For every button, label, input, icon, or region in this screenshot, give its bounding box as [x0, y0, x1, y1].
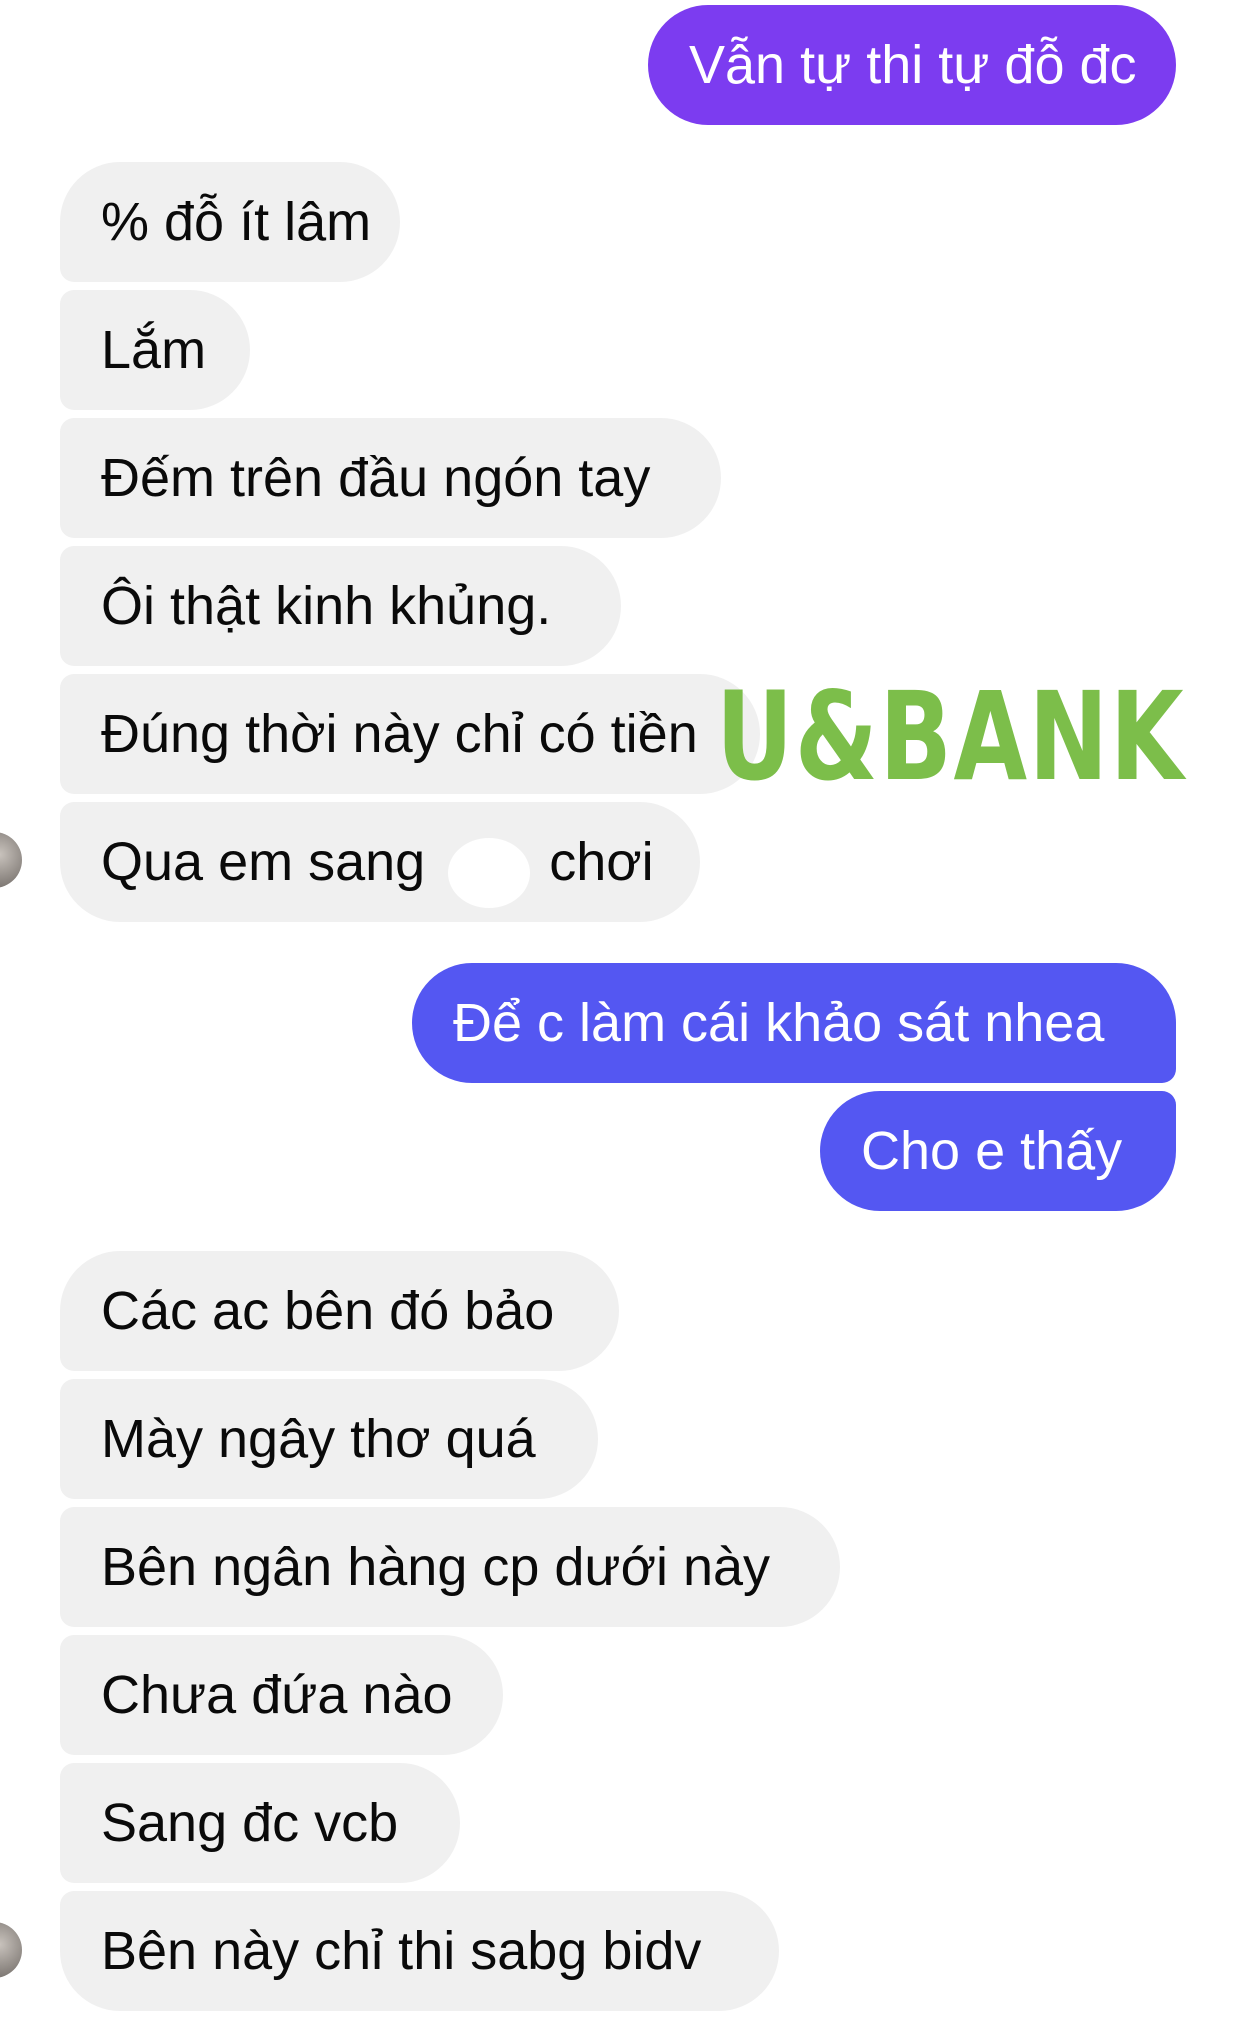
- message-bubble-incoming[interactable]: Bên ngân hàng cp dưới này: [60, 1507, 840, 1627]
- message-text: Bên này chỉ thi sabg bidv: [101, 1921, 702, 1981]
- message-text: % đỗ ít lâm: [101, 192, 372, 252]
- message-text: chơi: [549, 832, 654, 892]
- message-bubble-incoming[interactable]: Chưa đứa nào: [60, 1635, 503, 1755]
- redaction-blob: [448, 838, 530, 908]
- message-bubble-outgoing[interactable]: Để c làm cái khảo sát nhea: [412, 963, 1176, 1083]
- message-text: Cho e thấy: [861, 1121, 1123, 1181]
- message-text: Ôi thật kinh khủng.: [101, 576, 552, 636]
- message-bubble-incoming[interactable]: Lắm: [60, 290, 250, 410]
- contact-avatar[interactable]: [0, 832, 22, 888]
- message-bubble-incoming[interactable]: Bên này chỉ thi sabg bidv: [60, 1891, 779, 2011]
- message-text: Đúng thời này chỉ có tiền: [101, 704, 698, 764]
- message-text: Các ac bên đó bảo: [101, 1281, 555, 1341]
- message-bubble-incoming[interactable]: Qua em sang chơi: [60, 802, 700, 922]
- message-bubble-outgoing[interactable]: Vẫn tự thi tự đỗ đc: [648, 5, 1176, 125]
- message-text: Lắm: [101, 320, 207, 380]
- message-text: Sang đc vcb: [101, 1793, 399, 1853]
- message-text: Mày ngây thơ quá: [101, 1409, 536, 1469]
- message-text: Vẫn tự thi tự đỗ đc: [689, 35, 1137, 95]
- message-bubble-incoming[interactable]: Mày ngây thơ quá: [60, 1379, 598, 1499]
- chat-thread: Vẫn tự thi tự đỗ đc % đỗ ít lâm Lắm Đếm …: [0, 0, 1242, 2034]
- message-text: Chưa đứa nào: [101, 1665, 453, 1725]
- message-bubble-outgoing[interactable]: Cho e thấy: [820, 1091, 1176, 1211]
- message-bubble-incoming[interactable]: Đếm trên đầu ngón tay: [60, 418, 721, 538]
- message-bubble-incoming[interactable]: Sang đc vcb: [60, 1763, 460, 1883]
- contact-avatar[interactable]: [0, 1922, 22, 1978]
- message-bubble-incoming[interactable]: Ôi thật kinh khủng.: [60, 546, 621, 666]
- message-text: Đếm trên đầu ngón tay: [101, 448, 651, 508]
- message-bubble-incoming[interactable]: Đúng thời này chỉ có tiền: [60, 674, 760, 794]
- message-bubble-incoming[interactable]: Các ac bên đó bảo: [60, 1251, 619, 1371]
- watermark-logo: U&BANK: [716, 666, 1186, 808]
- message-text: Qua em sang: [101, 832, 426, 892]
- message-bubble-incoming[interactable]: % đỗ ít lâm: [60, 162, 400, 282]
- message-text: Bên ngân hàng cp dưới này: [101, 1537, 771, 1597]
- message-text: Để c làm cái khảo sát nhea: [453, 993, 1105, 1053]
